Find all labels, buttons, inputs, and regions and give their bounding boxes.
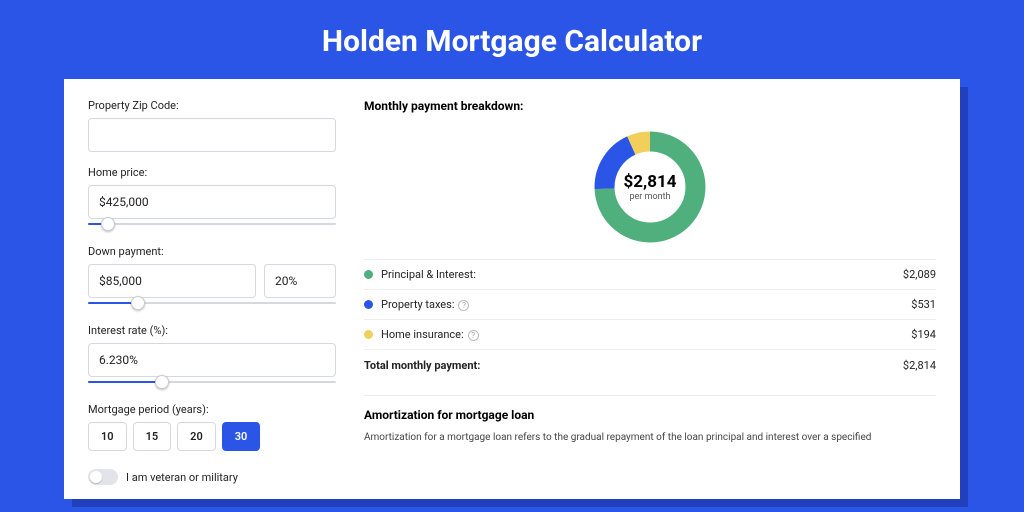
veteran-toggle[interactable]: [88, 469, 118, 485]
total-label: Total monthly payment:: [364, 359, 903, 372]
down-payment-amount-input[interactable]: [88, 264, 256, 298]
period-block: Mortgage period (years): 10152030: [88, 403, 336, 451]
breakdown-title: Monthly payment breakdown:: [364, 99, 936, 113]
legend-value: $194: [911, 328, 936, 341]
period-label: Mortgage period (years):: [88, 403, 336, 416]
legend-label: Principal & Interest:: [381, 268, 903, 281]
donut-value: $2,814: [624, 172, 677, 192]
home-price-block: Home price:: [88, 166, 336, 231]
veteran-row: I am veteran or military: [88, 469, 336, 485]
info-icon[interactable]: ?: [458, 300, 469, 311]
interest-input[interactable]: [88, 343, 336, 377]
total-value: $2,814: [903, 359, 936, 372]
amortization-section: Amortization for mortgage loan Amortizat…: [364, 395, 936, 445]
payment-donut-chart: $2,814 per month: [590, 127, 710, 247]
amortization-text: Amortization for a mortgage loan refers …: [364, 430, 936, 445]
calculator-card: Property Zip Code: Home price: Down paym…: [64, 79, 960, 499]
legend-label: Property taxes:?: [381, 298, 911, 311]
breakdown-panel: Monthly payment breakdown: $2,814 per mo…: [364, 99, 936, 499]
legend: Principal & Interest:$2,089Property taxe…: [364, 259, 936, 350]
legend-dot-icon: [364, 300, 373, 309]
home-price-slider[interactable]: [88, 217, 336, 231]
period-30[interactable]: 30: [222, 422, 261, 451]
amortization-title: Amortization for mortgage loan: [364, 408, 936, 422]
legend-label: Home insurance:?: [381, 328, 911, 341]
zip-input[interactable]: [88, 118, 336, 152]
veteran-label: I am veteran or military: [126, 471, 238, 484]
down-payment-block: Down payment:: [88, 245, 336, 310]
legend-dot-icon: [364, 270, 373, 279]
form-panel: Property Zip Code: Home price: Down paym…: [88, 99, 336, 499]
down-payment-label: Down payment:: [88, 245, 336, 258]
down-payment-slider[interactable]: [88, 296, 336, 310]
zip-label: Property Zip Code:: [88, 99, 336, 112]
legend-row-1: Property taxes:?$531: [364, 290, 936, 320]
legend-value: $531: [911, 298, 936, 311]
zip-block: Property Zip Code:: [88, 99, 336, 152]
legend-row-0: Principal & Interest:$2,089: [364, 260, 936, 290]
home-price-input[interactable]: [88, 185, 336, 219]
down-payment-pct-input[interactable]: [264, 264, 336, 298]
donut-sublabel: per month: [629, 192, 670, 202]
page-title: Holden Mortgage Calculator: [0, 0, 1024, 79]
interest-slider[interactable]: [88, 375, 336, 389]
total-row: Total monthly payment: $2,814: [364, 350, 936, 381]
period-10[interactable]: 10: [88, 422, 127, 451]
home-price-label: Home price:: [88, 166, 336, 179]
legend-value: $2,089: [903, 268, 936, 281]
legend-dot-icon: [364, 330, 373, 339]
interest-label: Interest rate (%):: [88, 324, 336, 337]
period-20[interactable]: 20: [177, 422, 216, 451]
legend-row-2: Home insurance:?$194: [364, 320, 936, 350]
period-15[interactable]: 15: [133, 422, 172, 451]
interest-block: Interest rate (%):: [88, 324, 336, 389]
info-icon[interactable]: ?: [468, 330, 479, 341]
